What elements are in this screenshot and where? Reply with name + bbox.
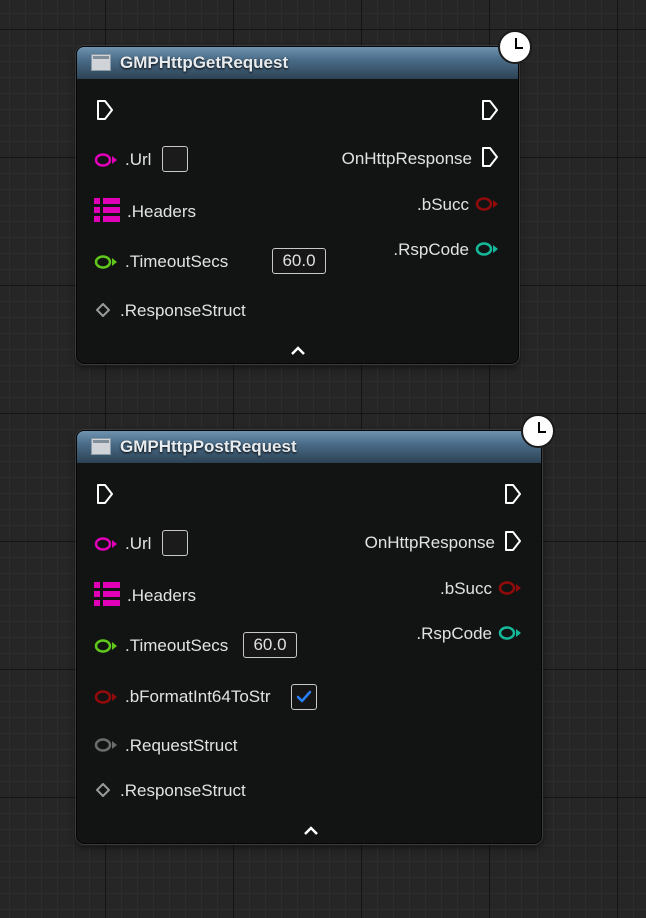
on-http-response-exec-pin[interactable] (504, 531, 522, 551)
timeout-value-input[interactable]: 60.0 (243, 632, 297, 658)
url-input[interactable] (162, 530, 188, 556)
response-struct-label: .ResponseStruct (120, 301, 246, 320)
url-pin[interactable] (94, 537, 118, 551)
node-header[interactable]: GMPHttpGetRequest (77, 47, 518, 79)
timeout-label: .TimeoutSecs (125, 636, 229, 655)
exec-out-pin[interactable] (481, 100, 499, 120)
rspcode-pin[interactable] (475, 242, 499, 256)
response-struct-label: .ResponseStruct (120, 781, 246, 800)
wildcard-pin-icon[interactable] (96, 303, 110, 317)
bsucc-label: .bSucc (417, 195, 469, 214)
on-http-response-label: OnHttpResponse (364, 533, 495, 552)
array-pin-icon[interactable] (94, 198, 120, 222)
on-http-response-label: OnHttpResponse (341, 149, 472, 168)
url-label: .Url (125, 150, 152, 169)
exec-out-pin[interactable] (504, 484, 522, 504)
rspcode-label: .RspCode (393, 240, 469, 259)
on-http-response-exec-pin[interactable] (481, 147, 499, 167)
format-int64-label: .bFormatInt64ToStr (125, 687, 271, 706)
rspcode-label: .RspCode (416, 624, 492, 643)
collapse-chevron-icon[interactable] (290, 343, 306, 361)
exec-in-pin[interactable] (96, 484, 114, 504)
format-int64-checkbox[interactable] (291, 684, 317, 710)
node-title: GMPHttpGetRequest (120, 53, 289, 72)
function-icon (91, 54, 111, 71)
url-label: .Url (125, 534, 152, 553)
function-icon (91, 438, 111, 455)
bsucc-pin[interactable] (475, 197, 499, 211)
array-pin-icon[interactable] (94, 582, 120, 606)
node-gmp-http-post-request[interactable]: GMPHttpPostRequest .Url .Headers .Timeou… (76, 430, 542, 844)
latent-clock-icon (498, 30, 532, 64)
request-struct-pin[interactable] (94, 738, 118, 752)
node-gmp-http-get-request[interactable]: GMPHttpGetRequest .Url .Headers .Timeout… (76, 46, 519, 364)
node-title: GMPHttpPostRequest (120, 437, 297, 456)
bsucc-pin[interactable] (498, 581, 522, 595)
timeout-label: .TimeoutSecs (125, 252, 229, 271)
headers-label: .Headers (127, 202, 196, 221)
format-int64-pin[interactable] (94, 690, 118, 704)
rspcode-pin[interactable] (498, 626, 522, 640)
collapse-chevron-icon[interactable] (303, 823, 319, 841)
exec-in-pin[interactable] (96, 100, 114, 120)
wildcard-pin-icon[interactable] (96, 783, 110, 797)
bsucc-label: .bSucc (440, 579, 492, 598)
request-struct-label: .RequestStruct (125, 736, 238, 755)
url-pin[interactable] (94, 153, 118, 167)
timeout-pin[interactable] (94, 255, 118, 269)
latent-clock-icon (521, 414, 555, 448)
timeout-value-input[interactable]: 60.0 (272, 248, 326, 274)
node-header[interactable]: GMPHttpPostRequest (77, 431, 541, 463)
timeout-pin[interactable] (94, 639, 118, 653)
headers-label: .Headers (127, 586, 196, 605)
url-input[interactable] (162, 146, 188, 172)
checkmark-icon (296, 690, 312, 703)
